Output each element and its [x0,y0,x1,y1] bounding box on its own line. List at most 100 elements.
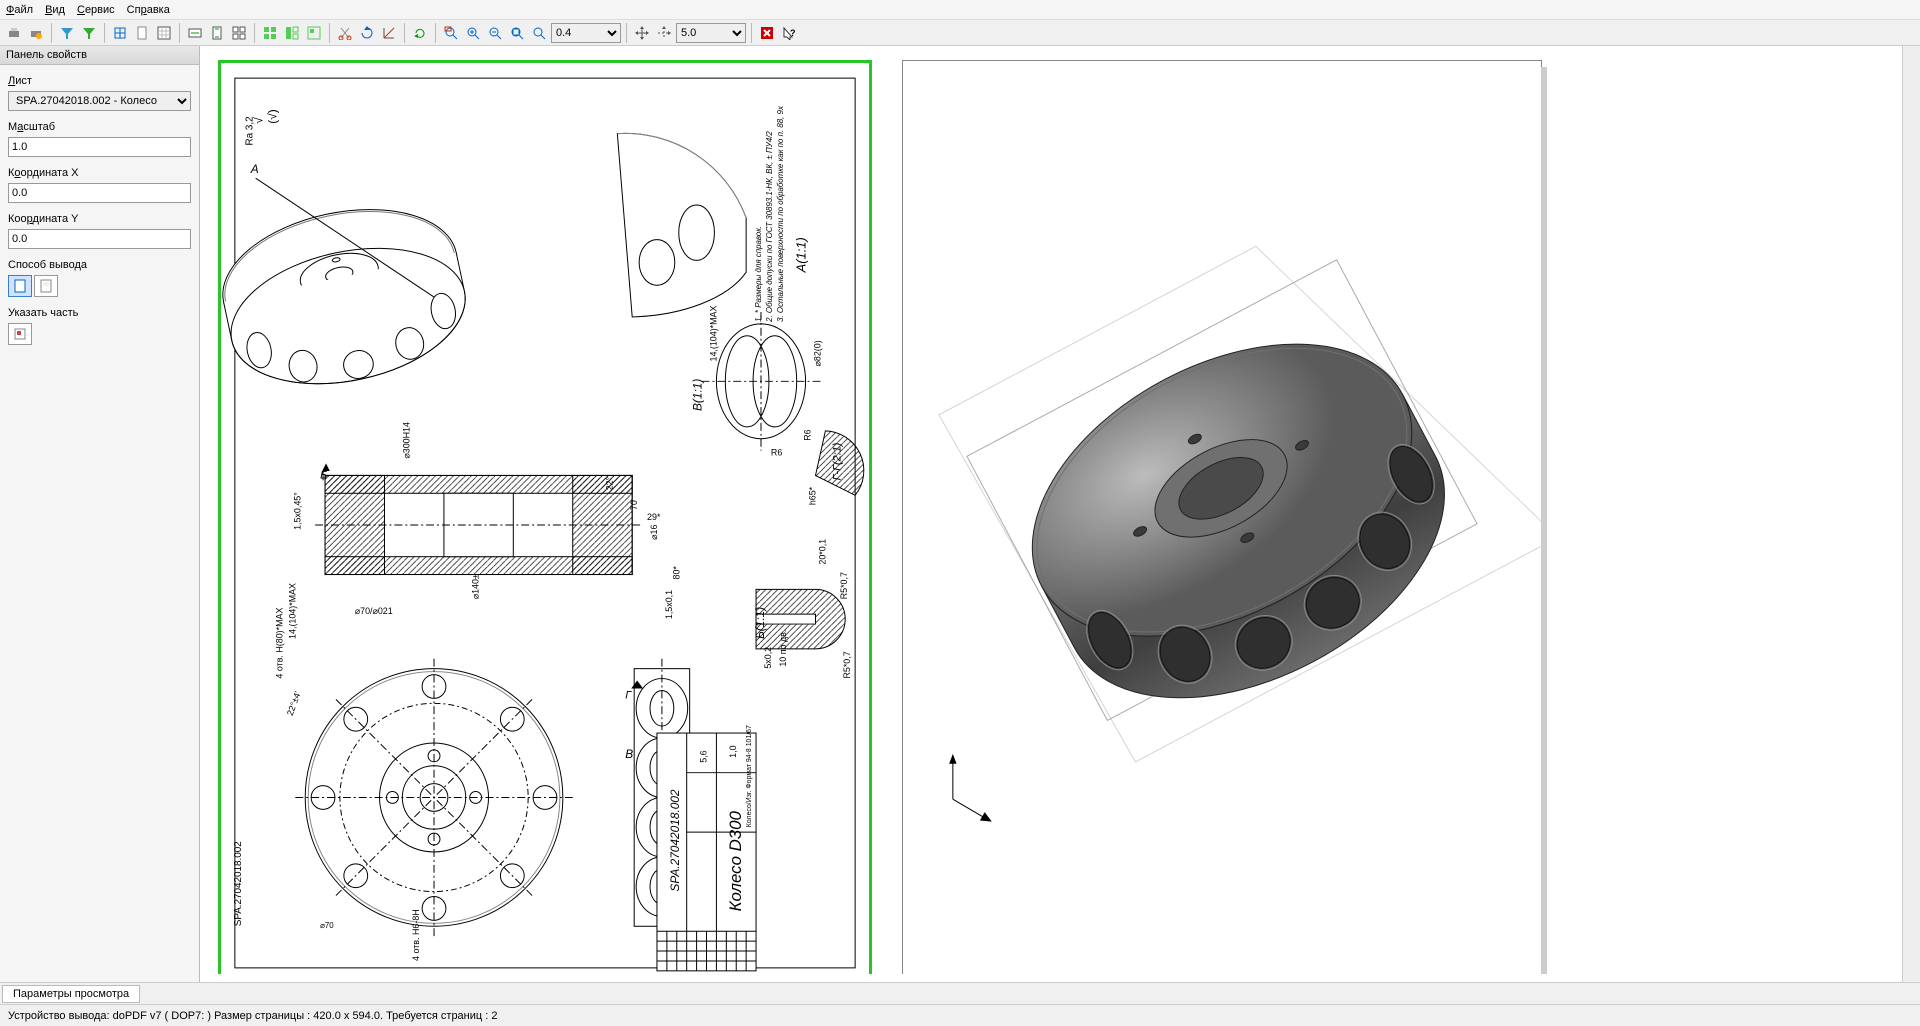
fit-sheet-icon[interactable] [207,23,227,43]
separator [254,23,255,43]
svg-text:70: 70 [629,500,639,510]
side-panel: Панель свойств Лист SPA.27042018.002 - К… [0,46,200,982]
svg-text:Б: Б [320,469,327,481]
funnel-icon[interactable] [79,23,99,43]
svg-text:5,6: 5,6 [699,750,709,762]
move-step-combo[interactable]: 5.0 [676,23,746,43]
svg-text:Б(1:1): Б(1:1) [753,607,767,639]
toolbar: 0.4 5.0 ? [0,20,1920,46]
fit-width-icon[interactable] [185,23,205,43]
coord-y-label: Координата Y [8,213,191,225]
select-part-label: Указать часть [8,307,191,319]
abort-icon[interactable] [757,23,777,43]
svg-text:4 отв. H6-8H: 4 отв. H6-8H [411,909,421,961]
snap-step-icon[interactable] [654,23,674,43]
print-setup-icon[interactable] [26,23,46,43]
filter-icon[interactable] [57,23,77,43]
svg-text:Г-Г(2:1): Г-Г(2:1) [831,443,843,481]
svg-text:h65*: h65* [807,486,817,505]
svg-text:29*: 29* [647,512,661,522]
svg-text:2. Общие допуски по ГОСТ 30893: 2. Общие допуски по ГОСТ 30893.1-НК, ВК,… [765,131,774,323]
separator [404,23,405,43]
cut-icon[interactable] [335,23,355,43]
svg-text:⌀82(0): ⌀82(0) [812,340,822,366]
menubar: Файл Вид Сервис Справка [0,0,1920,20]
coord-x-input[interactable] [8,183,191,203]
svg-text:R5*0,7: R5*0,7 [839,572,849,599]
svg-text:R6: R6 [803,429,813,440]
zoom-window-icon[interactable] [441,23,461,43]
tile-icon[interactable] [229,23,249,43]
grid-select-icon[interactable] [304,23,324,43]
status-text: Устройство вывода: doPDF v7 ( DOP7: ) Ра… [8,1010,497,1022]
whatsthis-icon[interactable]: ? [779,23,799,43]
zoom-out-icon[interactable] [485,23,505,43]
svg-text:⌀16: ⌀16 [649,525,659,540]
detail-a-view [617,133,746,317]
bottom-tabbar: Параметры просмотра [0,982,1920,1004]
output-mode-buttons [8,275,191,297]
tab-preview-params[interactable]: Параметры просмотра [2,985,140,1003]
menu-service[interactable]: Сервис [77,4,115,16]
print-icon[interactable] [4,23,24,43]
separator [626,23,627,43]
separator [435,23,436,43]
drawing-page-1[interactable]: SPA.27042018.002 [218,60,872,974]
separator [751,23,752,43]
canvas[interactable]: SPA.27042018.002 [200,46,1920,982]
zoom-realtime-icon[interactable] [529,23,549,43]
svg-text:В: В [625,747,633,761]
svg-text:А(1:1): А(1:1) [794,237,809,273]
axis-icon[interactable] [379,23,399,43]
main-area: Панель свойств Лист SPA.27042018.002 - К… [0,46,1920,982]
svg-text:⌀70: ⌀70 [320,921,334,930]
menu-view[interactable]: Вид [45,4,65,16]
svg-text:22°±4': 22°±4' [285,690,303,717]
svg-text:Ra 3,2: Ra 3,2 [245,116,256,145]
rotate-icon[interactable] [357,23,377,43]
canvas-viewport[interactable]: SPA.27042018.002 [212,54,1902,974]
separator [179,23,180,43]
scale-input[interactable] [8,137,191,157]
separator [51,23,52,43]
coord-y-input[interactable] [8,229,191,249]
svg-text:R6: R6 [771,448,782,458]
output-page-button[interactable] [34,275,58,297]
drawing-page-2[interactable] [902,60,1542,974]
vertical-scrollbar[interactable] [1902,46,1920,982]
svg-text:Колесо D300: Колесо D300 [726,811,745,912]
refresh-icon[interactable] [410,23,430,43]
svg-text:14,(104)*MAX: 14,(104)*MAX [708,305,718,361]
grid-left-icon[interactable] [282,23,302,43]
select-part-button[interactable] [8,323,32,345]
svg-text:4 отв. H(80)*MAX: 4 отв. H(80)*MAX [274,608,284,679]
menu-help[interactable]: Справка [127,4,170,16]
front-circle [295,659,572,936]
svg-text:3. Остальные поверхности по об: 3. Остальные поверхности по обработке ка… [776,105,785,322]
halftone-icon[interactable] [154,23,174,43]
svg-text:?: ? [790,28,796,38]
partnum-side: SPA.27042018.002 [233,841,244,926]
orient-icon[interactable] [110,23,130,43]
svg-text:⌀300H14: ⌀300H14 [401,422,411,459]
sheet-select[interactable]: SPA.27042018.002 - Колесо [8,91,191,111]
svg-text:1,0: 1,0 [728,745,738,757]
scale-label: Масштаб [8,121,191,133]
zoom-combo[interactable]: 0.4 [551,23,621,43]
render-svg [903,61,1541,974]
svg-text:В(1:1): В(1:1) [691,379,705,411]
page-icon[interactable] [132,23,152,43]
grid-2x2-green-icon[interactable] [260,23,280,43]
move-icon[interactable] [632,23,652,43]
zoom-fit-icon[interactable] [507,23,527,43]
zoom-in-icon[interactable] [463,23,483,43]
iso-view [221,190,478,404]
svg-text:⌀70/⌀021: ⌀70/⌀021 [355,606,393,616]
svg-text:5x0,2: 5x0,2 [763,647,773,669]
svg-text:14,(104)*MAX: 14,(104)*MAX [287,583,297,639]
output-sheet-button[interactable] [8,275,32,297]
svg-text:1. * Размеры для справок.: 1. * Размеры для справок. [754,226,763,322]
svg-text:1,5x0,45°: 1,5x0,45° [292,492,302,530]
menu-file[interactable]: Файл [6,4,33,16]
output-label: Способ вывода [8,259,191,271]
